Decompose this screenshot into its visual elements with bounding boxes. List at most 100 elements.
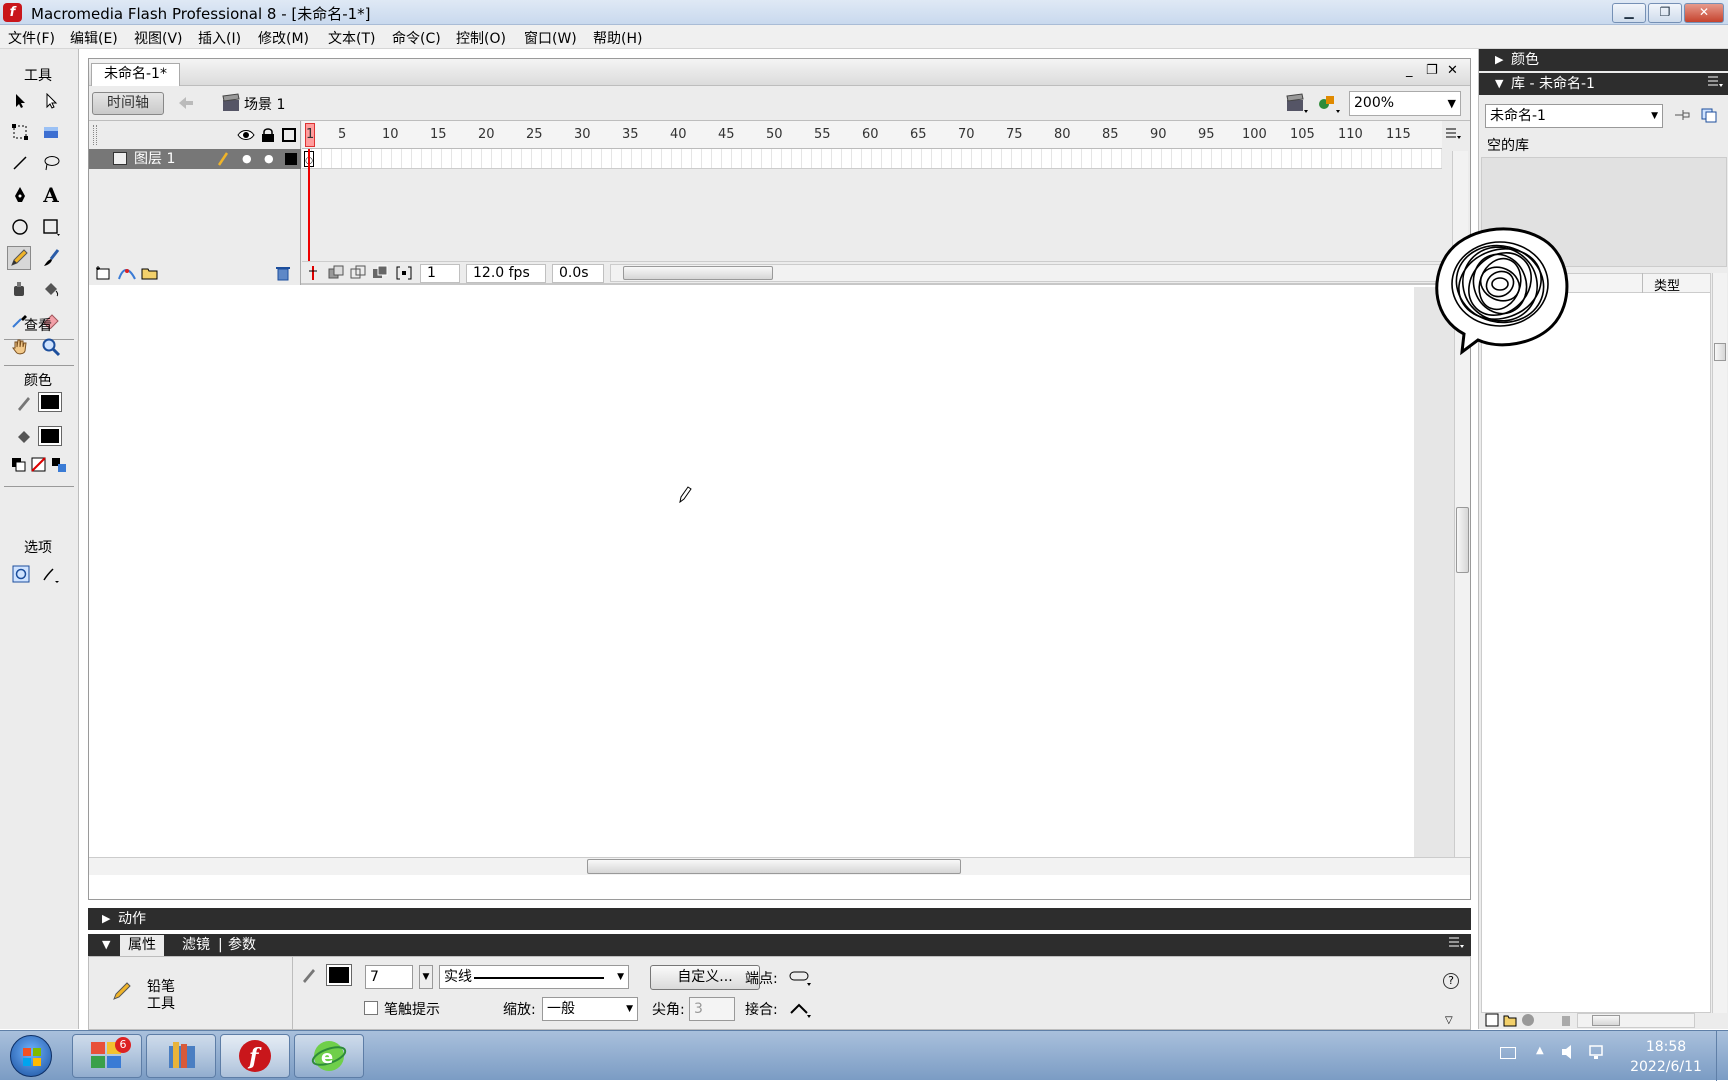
selection-tool-icon[interactable] bbox=[8, 89, 32, 113]
menu-insert[interactable]: 插入(I) bbox=[198, 28, 241, 48]
start-button[interactable] bbox=[10, 1035, 52, 1077]
pen-tool-icon[interactable] bbox=[8, 183, 32, 207]
layer-lock-dot[interactable]: ● bbox=[264, 149, 274, 169]
keyboard-icon[interactable] bbox=[1500, 1047, 1516, 1059]
timeline-toggle-button[interactable]: 时间轴 bbox=[92, 92, 164, 115]
doc-restore-button[interactable]: ❐ bbox=[1426, 63, 1438, 78]
lasso-tool-icon[interactable] bbox=[39, 151, 63, 175]
cap-style-icon[interactable] bbox=[789, 969, 813, 987]
help-icon[interactable]: ? bbox=[1443, 973, 1459, 989]
taskbar-app-browser[interactable]: 6 bbox=[72, 1034, 142, 1078]
document-tab[interactable]: 未命名-1* bbox=[91, 63, 180, 86]
scroll-thumb[interactable] bbox=[623, 266, 773, 280]
tab-properties[interactable]: 属性 bbox=[120, 935, 164, 956]
insert-folder-icon[interactable] bbox=[141, 265, 159, 281]
layer-row[interactable]: 图层 1 ● ● bbox=[89, 149, 301, 169]
menu-modify[interactable]: 修改(M) bbox=[258, 28, 309, 48]
library-panel-bar[interactable]: ▼ 库 - 未命名-1 bbox=[1479, 73, 1728, 95]
taskbar-app-ie[interactable]: e bbox=[294, 1034, 364, 1078]
panel-options-menu-icon[interactable] bbox=[1707, 75, 1723, 89]
stage-canvas[interactable] bbox=[89, 287, 1414, 857]
zoom-tool-icon[interactable] bbox=[39, 335, 63, 359]
timeline-options-menu-icon[interactable] bbox=[1445, 127, 1461, 141]
layer-visible-dot[interactable]: ● bbox=[242, 149, 252, 169]
network-icon[interactable] bbox=[1588, 1043, 1606, 1061]
menu-commands[interactable]: 命令(C) bbox=[392, 28, 441, 48]
custom-stroke-button[interactable]: 自定义... bbox=[650, 965, 760, 990]
menu-help[interactable]: 帮助(H) bbox=[593, 28, 642, 48]
panel-options-menu-icon[interactable] bbox=[1448, 936, 1464, 950]
lock-icon[interactable] bbox=[261, 127, 275, 143]
frame-row[interactable]: ○ bbox=[302, 149, 1442, 169]
frame-rate-field[interactable]: 12.0 fps bbox=[466, 264, 546, 283]
doc-close-button[interactable]: ✕ bbox=[1447, 63, 1458, 78]
show-hide-eye-icon[interactable] bbox=[237, 128, 255, 142]
tab-filters[interactable]: 滤镜 bbox=[182, 934, 210, 956]
timeline-horizontal-scrollbar[interactable] bbox=[610, 264, 1450, 282]
library-item-list[interactable] bbox=[1481, 273, 1711, 1013]
doc-minimize-button[interactable]: _ bbox=[1406, 63, 1413, 78]
new-symbol-icon[interactable] bbox=[1485, 1013, 1499, 1027]
collapse-arrow-icon[interactable]: ▼ bbox=[102, 934, 110, 956]
menu-control[interactable]: 控制(O) bbox=[456, 28, 506, 48]
stroke-height-dropdown[interactable]: ▼ bbox=[419, 965, 433, 989]
menu-text[interactable]: 文本(T) bbox=[328, 28, 375, 48]
new-library-panel-icon[interactable] bbox=[1700, 107, 1718, 123]
stage-horizontal-scrollbar[interactable] bbox=[89, 857, 1470, 875]
outline-toggle-icon[interactable] bbox=[282, 128, 296, 142]
back-arrow-icon[interactable] bbox=[177, 94, 195, 112]
scroll-thumb[interactable] bbox=[587, 859, 961, 874]
swap-colors-icon[interactable] bbox=[47, 453, 71, 477]
menu-window[interactable]: 窗口(W) bbox=[524, 28, 577, 48]
onion-skin-outlines-icon[interactable] bbox=[350, 265, 368, 281]
brush-tool-icon[interactable] bbox=[39, 246, 63, 270]
frame-ruler[interactable]: 1 5 10 15 20 25 30 35 40 45 50 55 60 65 … bbox=[302, 121, 1442, 149]
stage-vertical-scrollbar[interactable] bbox=[1454, 287, 1470, 857]
free-transform-tool-icon[interactable] bbox=[8, 120, 32, 144]
stroke-height-field[interactable]: 7 bbox=[365, 965, 413, 989]
volume-icon[interactable] bbox=[1560, 1043, 1578, 1061]
grip-handle[interactable] bbox=[93, 125, 97, 145]
object-drawing-icon[interactable] bbox=[9, 562, 33, 586]
restore-button[interactable]: ❐ bbox=[1648, 3, 1682, 23]
close-button[interactable]: ✕ bbox=[1684, 3, 1724, 23]
stroke-color-swatch[interactable] bbox=[326, 964, 352, 986]
delete-item-icon[interactable] bbox=[1559, 1013, 1573, 1027]
layer-outline-color[interactable] bbox=[285, 153, 297, 165]
paint-bucket-tool-icon[interactable] bbox=[39, 277, 63, 301]
stroke-color-swatch[interactable] bbox=[38, 390, 62, 414]
delete-layer-icon[interactable] bbox=[275, 265, 291, 281]
text-tool-icon[interactable]: A bbox=[39, 183, 63, 207]
join-style-icon[interactable] bbox=[789, 1001, 813, 1019]
gradient-transform-tool-icon[interactable] bbox=[39, 120, 63, 144]
expand-down-icon[interactable]: ▽ bbox=[1445, 1015, 1453, 1026]
ink-bottle-tool-icon[interactable] bbox=[8, 277, 32, 301]
rectangle-tool-icon[interactable] bbox=[39, 215, 63, 239]
library-type-column[interactable]: 类型 bbox=[1654, 275, 1680, 294]
onion-skin-icon[interactable] bbox=[328, 265, 346, 281]
edit-symbols-icon[interactable] bbox=[1317, 92, 1341, 114]
pin-library-icon[interactable] bbox=[1673, 107, 1691, 123]
show-desktop-button[interactable] bbox=[1716, 1031, 1728, 1081]
scroll-thumb[interactable] bbox=[1714, 343, 1726, 361]
menu-view[interactable]: 视图(V) bbox=[134, 28, 183, 48]
center-frame-icon[interactable] bbox=[306, 265, 320, 281]
new-folder-icon[interactable] bbox=[1503, 1013, 1517, 1027]
pencil-mode-icon[interactable] bbox=[38, 562, 62, 586]
modify-onion-markers-icon[interactable] bbox=[396, 265, 412, 281]
menu-edit[interactable]: 编辑(E) bbox=[70, 28, 118, 48]
menu-file[interactable]: 文件(F) bbox=[8, 28, 55, 48]
add-motion-guide-icon[interactable] bbox=[117, 265, 137, 281]
edit-scene-icon[interactable] bbox=[1285, 92, 1309, 114]
taskbar-app-files[interactable] bbox=[146, 1034, 216, 1078]
library-vertical-scrollbar[interactable] bbox=[1712, 273, 1727, 1013]
oval-tool-icon[interactable] bbox=[8, 215, 32, 239]
minimize-button[interactable]: ▁ bbox=[1612, 3, 1646, 23]
properties-info-icon[interactable] bbox=[1521, 1013, 1535, 1027]
zoom-select[interactable]: 200% ▼ bbox=[1349, 91, 1461, 116]
taskbar-app-flash[interactable]: f bbox=[220, 1034, 290, 1078]
stroke-style-select[interactable]: 实线 ▼ bbox=[439, 965, 629, 989]
insert-layer-icon[interactable] bbox=[95, 265, 113, 281]
pencil-tool-icon[interactable] bbox=[7, 246, 31, 270]
subselection-tool-icon[interactable] bbox=[39, 89, 63, 113]
